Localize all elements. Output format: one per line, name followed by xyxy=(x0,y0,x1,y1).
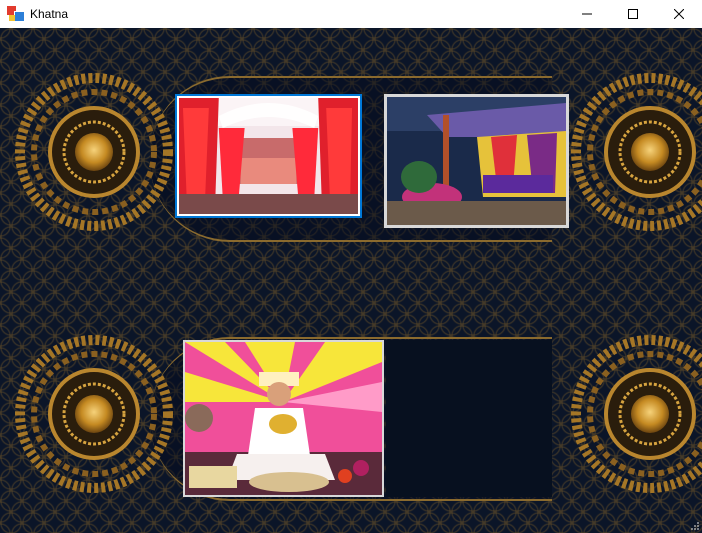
mandala-ornament-bottom-right xyxy=(571,335,702,493)
app-icon xyxy=(7,6,25,22)
maximize-button[interactable] xyxy=(610,0,656,28)
mandala-ornament-top-right xyxy=(571,73,702,231)
minimize-button[interactable] xyxy=(564,0,610,28)
window-title: Khatna xyxy=(30,7,69,21)
mandala-ornament-bottom-left xyxy=(15,335,173,493)
form-client-area xyxy=(0,28,702,533)
close-icon xyxy=(674,9,684,19)
photo-outdoor-tent-decor[interactable] xyxy=(384,94,569,228)
maximize-icon xyxy=(628,9,638,19)
photo-child-on-stage[interactable] xyxy=(183,340,384,497)
minimize-icon xyxy=(582,13,592,15)
resize-grip-icon[interactable] xyxy=(690,521,700,531)
photo-stage-red-curtains[interactable] xyxy=(175,94,362,218)
app-window: Khatna xyxy=(0,0,702,533)
close-button[interactable] xyxy=(656,0,702,28)
mandala-ornament-top-left xyxy=(15,73,173,231)
empty-image-panel xyxy=(386,340,552,497)
title-bar[interactable]: Khatna xyxy=(0,0,702,28)
